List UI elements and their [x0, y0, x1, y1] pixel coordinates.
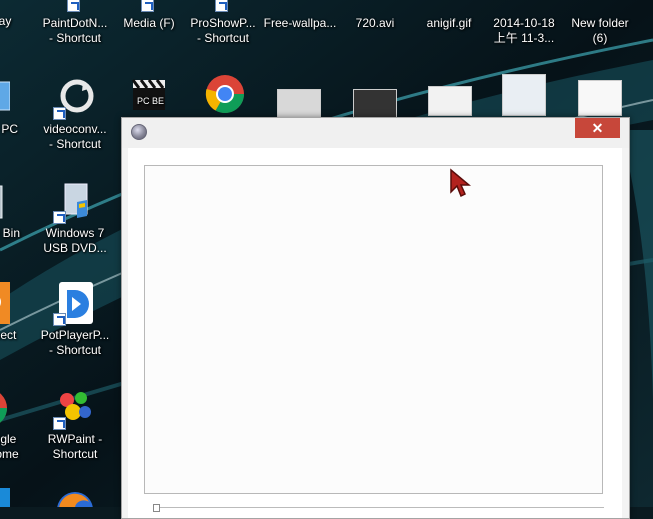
desktop-icon-rwpaint[interactable]: RWPaint - Shortcut — [36, 386, 114, 462]
desktop-icon-label: RWPaint - Shortcut — [47, 432, 103, 461]
mouse-cursor-icon — [450, 168, 471, 198]
firefox-icon — [53, 488, 97, 507]
desktop-icon-wallpaper[interactable]: Free-wallpa... — [261, 0, 339, 31]
desktop-icon-firefox-partial[interactable] — [36, 488, 114, 509]
desktop-icon-potplayer[interactable]: PotPlayerP... - Shortcut — [36, 282, 114, 358]
horizontal-scroll-thumb[interactable] — [153, 504, 160, 512]
desktop-icon-win7usb[interactable]: Windows 7 USB DVD... — [36, 180, 114, 256]
desktop-icon-clapper[interactable]: PC BE — [110, 72, 188, 118]
shortcut-arrow-icon — [53, 211, 66, 224]
desktop-icon-label: New folder (6) — [571, 16, 629, 45]
shortcut-arrow-icon — [67, 0, 80, 12]
video-file-icon — [353, 0, 397, 14]
connect-icon — [0, 282, 10, 326]
computer-icon — [0, 76, 11, 120]
proshow-icon — [201, 0, 245, 14]
thumbnail-document-icon[interactable] — [578, 80, 622, 116]
shortcut-arrow-icon — [53, 107, 66, 120]
shortcut-arrow-icon — [215, 0, 228, 12]
desktop-icon-label: ProShowP... - Shortcut — [190, 16, 256, 45]
title-bar[interactable]: ✕ — [122, 118, 629, 148]
desktop-icon-anigif[interactable]: anigif.gif — [410, 0, 488, 31]
desktop-icon-label: videoconv... - Shortcut — [43, 122, 107, 151]
paint-splash-icon — [53, 386, 97, 430]
desktop-icon-date-folder[interactable]: 2014-10-18 上午 11-3... — [485, 0, 563, 46]
image-file-icon — [278, 0, 322, 14]
horizontal-scroll-track[interactable] — [158, 507, 604, 508]
desktop-icon-avi[interactable]: 720.avi — [336, 0, 414, 31]
thumbnail-car-icon[interactable] — [277, 89, 321, 119]
svg-text:PC BE: PC BE — [137, 96, 164, 106]
app-icon — [0, 488, 10, 507]
desktop-icon-videoconv[interactable]: videoconv... - Shortcut — [36, 76, 114, 152]
chrome-icon — [0, 386, 10, 430]
desktop-icon-label: 720.avi — [355, 16, 395, 30]
clapperboard-icon: PC BE — [127, 72, 171, 116]
desktop-icon-label: 2014-10-18 上午 11-3... — [493, 16, 555, 45]
shortcut-arrow-icon — [141, 0, 154, 12]
content-panel[interactable] — [144, 165, 603, 494]
shortcut-arrow-icon — [53, 313, 66, 326]
app-icon — [131, 124, 147, 140]
folder-icon — [502, 0, 546, 14]
paintdotnet-icon — [53, 0, 97, 14]
desktop-icon-label: Free-wallpa... — [263, 16, 337, 30]
drive-icon — [127, 0, 171, 14]
video-converter-icon — [53, 76, 97, 120]
desktop-icon-label: Media (F) — [123, 16, 175, 30]
desktop-icon-media[interactable]: Media (F) — [110, 0, 188, 31]
desktop-icon-paintdotnet[interactable]: PaintDotN... - Shortcut — [36, 0, 114, 46]
folder-icon — [578, 0, 622, 14]
chrome-icon — [203, 72, 247, 116]
windows-installer-icon — [53, 180, 97, 224]
recycle-bin-icon — [0, 180, 10, 224]
dialog-client-area — [128, 148, 622, 518]
desktop-icon-label: anigif.gif — [426, 16, 472, 30]
desktop-icon-proshow[interactable]: ProShowP... - Shortcut — [184, 0, 262, 46]
gif-file-icon — [427, 0, 471, 14]
shortcut-arrow-icon — [53, 417, 66, 430]
dialog-window[interactable]: ✕ — [121, 117, 630, 519]
thumbnail-video-icon[interactable] — [353, 89, 397, 119]
potplayer-icon — [53, 282, 97, 326]
desktop-icon-new-folder[interactable]: New folder (6) — [561, 0, 639, 46]
desktop-icon-label: PaintDotN... - Shortcut — [42, 16, 108, 45]
close-button[interactable]: ✕ — [575, 118, 620, 138]
desktop-icon-label: PotPlayerP... - Shortcut — [40, 328, 110, 357]
thumbnail-spreadsheet-icon[interactable] — [502, 74, 546, 116]
thumbnail-screenshot-icon[interactable] — [428, 86, 472, 116]
desktop-icon-chrome-top[interactable] — [186, 72, 264, 118]
desktop-icon-label: Windows 7 USB DVD... — [43, 226, 107, 255]
